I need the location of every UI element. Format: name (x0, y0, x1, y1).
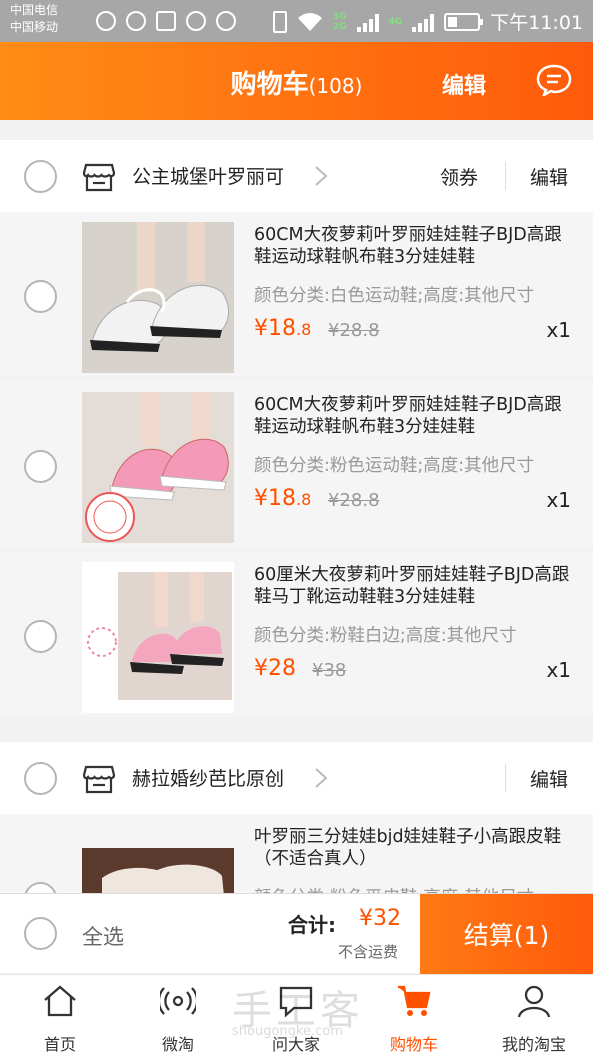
product-thumbnail[interactable] (82, 222, 234, 373)
chevron-right-icon[interactable] (310, 766, 332, 790)
watermark-url: shougongke.com (232, 1024, 343, 1039)
coupon-button[interactable]: 领券 (440, 163, 478, 190)
checkout-bar: 全选 合计: ¥32 不含运费 结算(1) (0, 893, 593, 974)
total-label: 合计: (288, 913, 336, 937)
select-all-label[interactable]: 全选 (82, 921, 124, 951)
wechat-icon (126, 11, 146, 31)
clock: 下午11:01 (490, 12, 583, 34)
product-thumbnail[interactable] (82, 392, 234, 543)
store-name[interactable]: 赫拉婚纱芭比原创 (132, 764, 284, 791)
price-dec: .8 (296, 490, 312, 509)
item-price: ¥18.8 (254, 316, 311, 341)
item-sku[interactable]: 颜色分类:粉色平皮鞋;高度:其他尺寸 (254, 884, 534, 893)
signal-icon (356, 12, 379, 32)
notification-icons (96, 11, 236, 31)
system-indicators: 3G 2G 4G 下午11:01 (272, 8, 583, 35)
store-edit-button[interactable]: 编辑 (530, 765, 568, 792)
item-title[interactable]: 60CM大夜萝莉叶罗丽娃娃鞋子BJD高跟鞋运动球鞋帆布鞋3分娃娃鞋 (254, 394, 574, 438)
net-4g: 4G (388, 16, 403, 27)
vibrate-icon (272, 10, 287, 33)
store-select-radio[interactable] (24, 160, 57, 193)
chat-bubble-icon[interactable] (536, 64, 572, 96)
tab-home[interactable]: 首页 (10, 975, 110, 1054)
wechat-icon-2 (186, 11, 206, 31)
product-thumbnail[interactable] (82, 848, 234, 893)
cart-item[interactable]: 60CM大夜萝莉叶罗丽娃娃鞋子BJD高跟鞋运动球鞋帆布鞋3分娃娃鞋 颜色分类:粉… (0, 382, 593, 546)
item-title[interactable]: 60厘米大夜萝莉叶罗丽娃娃鞋子BJD高跟鞋马丁靴运动鞋鞋3分娃娃鞋 (254, 564, 574, 608)
price-dec: .8 (296, 320, 312, 339)
item-title[interactable]: 60CM大夜萝莉叶罗丽娃娃鞋子BJD高跟鞋运动球鞋帆布鞋3分娃娃鞋 (254, 224, 574, 268)
signal-icon-2 (412, 12, 435, 32)
wifi-icon (297, 12, 322, 31)
item-title[interactable]: 叶罗丽三分娃娃bjd娃娃鞋子小高跟皮鞋（不适合真人） (254, 826, 574, 870)
shop-icon (83, 765, 115, 794)
item-select-radio[interactable] (24, 280, 57, 313)
total-amount: ¥32 (359, 906, 401, 931)
chevron-right-icon[interactable] (310, 164, 332, 188)
item-sku[interactable]: 颜色分类:粉鞋白边;高度:其他尺寸 (254, 622, 517, 647)
price-int: ¥18 (254, 486, 296, 511)
item-price: ¥18.8 (254, 486, 311, 511)
broadcast-icon (160, 987, 196, 1015)
store-header: 赫拉婚纱芭比原创 编辑 (0, 742, 593, 814)
chat-notification-icon (96, 11, 116, 31)
freight-note: 不含运费 (338, 943, 399, 961)
carrier-2: 中国移动 (10, 20, 59, 34)
item-sku[interactable]: 颜色分类:白色运动鞋;高度:其他尺寸 (254, 282, 534, 307)
store-edit-button[interactable]: 编辑 (530, 163, 568, 190)
status-bar: 中国电信 中国移动 3G 2G 4G 下午11:01 (0, 0, 593, 42)
blocked-icon (216, 11, 236, 31)
item-quantity: x1 (546, 488, 571, 512)
item-quantity: x1 (546, 318, 571, 342)
original-price: ¥28.8 (328, 320, 380, 341)
cart-item[interactable]: 60厘米大夜萝莉叶罗丽娃娃鞋子BJD高跟鞋马丁靴运动鞋鞋3分娃娃鞋 颜色分类:粉… (0, 552, 593, 716)
page-title: 购物车(108) (0, 64, 593, 101)
item-sku[interactable]: 颜色分类:粉色运动鞋;高度:其他尺寸 (254, 452, 534, 477)
item-select-radio[interactable] (24, 450, 57, 483)
header-edit-button[interactable]: 编辑 (442, 68, 486, 100)
carrier-1: 中国电信 (10, 3, 59, 17)
item-select-radio[interactable] (24, 620, 57, 653)
tab-label: 我的淘宝 (501, 1035, 566, 1054)
network-type: 3G 2G (333, 12, 347, 32)
price-int: ¥18 (254, 316, 296, 341)
image-icon (156, 11, 176, 31)
item-select-radio[interactable] (24, 882, 57, 893)
tab-weitao[interactable]: 微淘 (128, 975, 228, 1054)
divider (505, 764, 506, 792)
net-2g: 2G (332, 21, 347, 32)
cart-item[interactable]: 叶罗丽三分娃娃bjd娃娃鞋子小高跟皮鞋（不适合真人） 颜色分类:粉色平皮鞋;高度… (0, 814, 593, 893)
item-price: ¥28 (254, 656, 296, 681)
battery-icon (444, 12, 484, 31)
cart-count: (108) (308, 74, 363, 98)
original-price: ¥28.8 (328, 490, 380, 511)
store-header: 公主城堡叶罗丽可 领券 编辑 (0, 140, 593, 212)
checkout-button[interactable]: 结算(1) (420, 894, 593, 974)
item-quantity: x1 (546, 658, 571, 682)
shop-icon (83, 163, 115, 192)
net-3g: 3G (332, 11, 347, 22)
select-all-radio[interactable] (24, 917, 57, 950)
price-int: ¥28 (254, 656, 296, 681)
title-text: 购物车 (230, 70, 309, 100)
tab-label: 微淘 (161, 1035, 194, 1054)
cart-icon (398, 985, 431, 1016)
tab-label: 购物车 (389, 1035, 438, 1054)
app-header: 购物车(108) 编辑 (0, 42, 593, 120)
store-select-radio[interactable] (24, 762, 57, 795)
store-name[interactable]: 公主城堡叶罗丽可 (132, 162, 284, 189)
original-price: ¥38 (312, 660, 347, 681)
tab-my-taobao[interactable]: 我的淘宝 (484, 975, 584, 1054)
tab-cart[interactable]: 购物车 (364, 975, 464, 1054)
cart-item[interactable]: 60CM大夜萝莉叶罗丽娃娃鞋子BJD高跟鞋运动球鞋帆布鞋3分娃娃鞋 颜色分类:白… (0, 212, 593, 376)
carrier-labels: 中国电信 中国移动 (10, 2, 58, 36)
product-thumbnail[interactable] (82, 562, 234, 713)
tab-label: 首页 (43, 1035, 76, 1054)
divider (505, 162, 506, 190)
home-icon (44, 985, 76, 1017)
user-icon (517, 985, 551, 1018)
